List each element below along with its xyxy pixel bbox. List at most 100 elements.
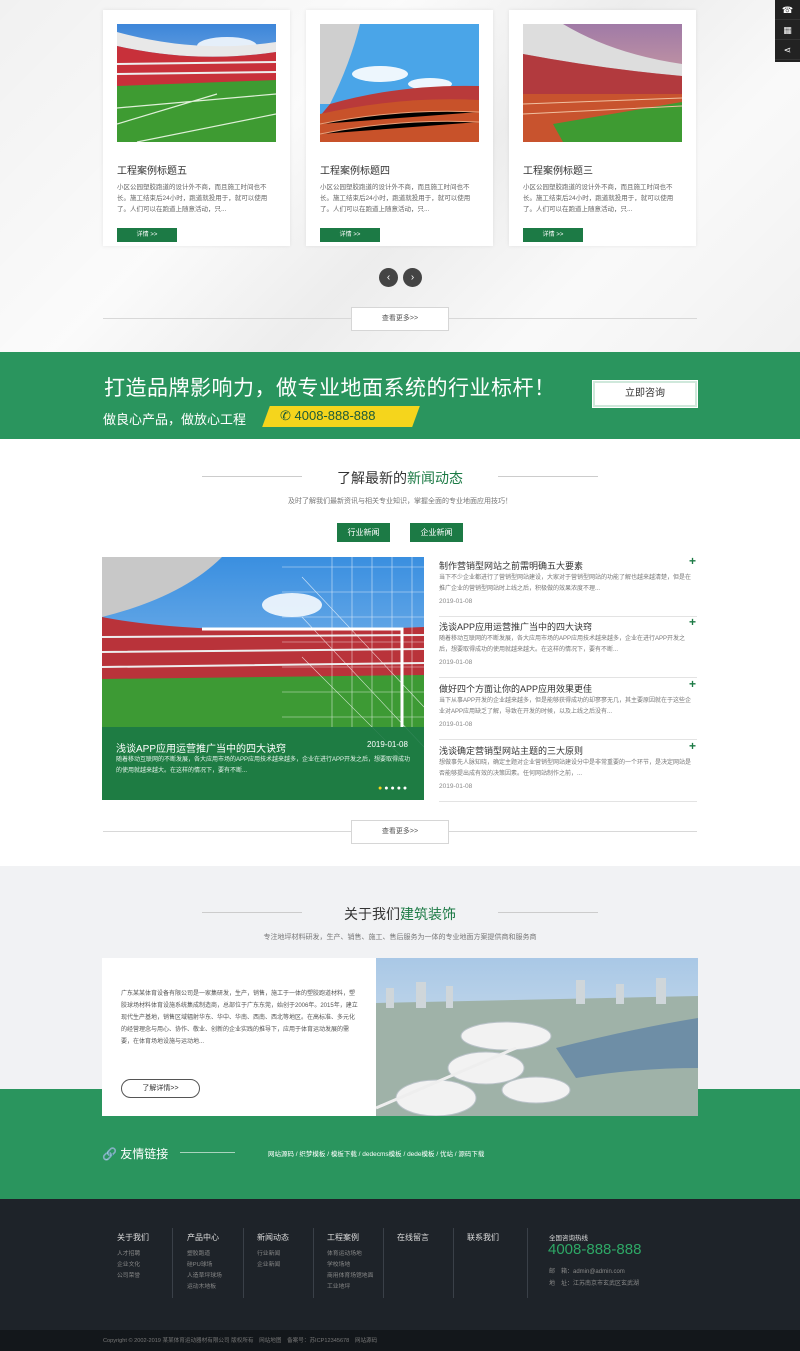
friend-link[interactable]: 优站 [440, 1151, 453, 1158]
news-item[interactable]: 做好四个方面让你的APP应用效果更佳 当下从事APP开发的企业越来越多，但是能够… [439, 677, 697, 740]
featured-news[interactable]: 浅谈APP应用运营推广当中的四大诀窍 2019-01-08 随着移动互联网的不断… [102, 557, 424, 800]
footer-divider [383, 1228, 384, 1298]
news-item-title[interactable]: 做好四个方面让你的APP应用效果更佳 [439, 682, 592, 695]
case-desc: 小区公园塑胶跑道的设计外不商，而且施工时间也不长。施工结束后24小时，跑道就投用… [320, 184, 471, 213]
footer-link[interactable]: 运动木地板 [187, 1282, 222, 1293]
plus-icon[interactable]: + [689, 615, 696, 629]
footer-col-title[interactable]: 新闻动态 [257, 1232, 289, 1243]
footer-email: 邮 箱：admin@admin.com [549, 1269, 625, 1275]
case-title[interactable]: 工程案例标题四 [320, 162, 390, 177]
case-card[interactable]: 工程案例标题三 小区公园塑胶跑道的设计外不商，而且施工时间也不长。施工结束后24… [509, 10, 696, 246]
footer-link[interactable]: 公司荣誉 [117, 1271, 149, 1282]
cases-section: 工程案例标题五 小区公园塑胶跑道的设计外不商，而且施工时间也不长。施工结束后24… [0, 0, 800, 352]
phone-icon[interactable]: ☎ [775, 0, 800, 20]
featured-title[interactable]: 浅谈APP应用运营推广当中的四大诀窍 [116, 740, 286, 755]
links-title-text: 友情链接 [120, 1147, 169, 1161]
footer-col-title[interactable]: 联系我们 [467, 1232, 499, 1243]
case-image[interactable] [320, 24, 479, 142]
friend-link[interactable]: 源码下载 [458, 1151, 484, 1158]
friend-link[interactable]: 织梦模板 [299, 1151, 325, 1158]
friend-link[interactable]: 模板下载 [331, 1151, 357, 1158]
cta-banner: 打造品牌影响力，做专业地面系统的行业标杆！ 做良心产品，做放心工程 ✆ 4008… [0, 352, 800, 439]
banner-phone-number: 4008-888-888 [294, 408, 376, 423]
link-icon: 🔗 [102, 1147, 121, 1161]
title-line [498, 476, 598, 477]
cases-more-button[interactable]: 查看更多>> [351, 307, 449, 331]
friend-link[interactable]: dede模板 [407, 1151, 434, 1158]
footer-link[interactable]: 人才招聘 [117, 1249, 149, 1260]
hotline-number[interactable]: 4008-888-888 [548, 1241, 641, 1258]
footer-divider [313, 1228, 314, 1298]
footer-col: 联系我们 [467, 1232, 499, 1249]
footer-link[interactable]: 商用体育场馆地面 [327, 1271, 373, 1282]
friend-links-list: 网站源码 / 织梦模板 / 模板下载 / dedecms模板 / dede模板 … [268, 1151, 485, 1158]
footer-col-title[interactable]: 工程案例 [327, 1232, 373, 1243]
footer-divider [453, 1228, 454, 1298]
news-item[interactable]: 浅谈APP应用运营推广当中的四大诀窍 随着移动互联网的不断发展，各大应用市场的A… [439, 615, 697, 678]
title-plain: 了解最新的 [337, 470, 407, 486]
featured-date: 2019-01-08 [367, 740, 408, 749]
next-arrow-button[interactable]: › [403, 268, 422, 287]
footer-col-title[interactable]: 在线留言 [397, 1232, 429, 1243]
case-detail-button[interactable]: 详情 >> [117, 228, 177, 242]
footer-link[interactable]: 行业新闻 [257, 1249, 289, 1260]
footer-col: 在线留言 [397, 1232, 429, 1249]
banner-phone: ✆ 4008-888-888 [280, 408, 375, 424]
news-section-title: 了解最新的新闻动态 [300, 468, 500, 488]
case-detail-button[interactable]: 详情 >> [523, 228, 583, 242]
case-card[interactable]: 工程案例标题四 小区公园塑胶跑道的设计外不商，而且施工时间也不长。施工结束后24… [306, 10, 493, 246]
footer-col-title[interactable]: 关于我们 [117, 1232, 149, 1243]
consult-button[interactable]: 立即咨询 [593, 381, 697, 407]
news-more-button[interactable]: 查看更多>> [351, 820, 449, 844]
news-subtitle: 及时了解我们最新资讯与相关专业知识，掌握全面的专业地面应用技巧！ [288, 498, 512, 505]
case-image[interactable] [117, 24, 276, 142]
about-text: 广东某某体育设备有限公司是一家集研发，生产，销售，施工于一体的塑胶跑道材料，塑胶… [121, 991, 358, 1045]
footer-link[interactable]: 塑胶跑道 [187, 1249, 222, 1260]
news-item-date: 2019-01-08 [439, 783, 473, 790]
phone-icon: ✆ [280, 408, 295, 423]
footer-link[interactable]: 企业新闻 [257, 1260, 289, 1271]
news-item-date: 2019-01-08 [439, 721, 473, 728]
case-title[interactable]: 工程案例标题三 [523, 162, 593, 177]
case-title[interactable]: 工程案例标题五 [117, 162, 187, 177]
news-item-title[interactable]: 浅谈APP应用运营推广当中的四大诀窍 [439, 620, 592, 633]
qr-icon[interactable]: ▦ [775, 20, 800, 40]
footer-link[interactable]: 工业地坪 [327, 1282, 373, 1293]
plus-icon[interactable]: + [689, 677, 696, 691]
footer-link[interactable]: 硅PU球场 [187, 1260, 222, 1271]
share-icon[interactable]: ⋖ [775, 40, 800, 60]
news-item-title[interactable]: 浅谈确定营销型网站主题的三大原则 [439, 744, 583, 757]
plus-icon[interactable]: + [689, 739, 696, 753]
news-item[interactable]: 浅谈确定营销型网站主题的三大原则 想做事先人脉知晓，确定主题对企业营销型网站建设… [439, 739, 697, 802]
plus-icon[interactable]: + [689, 554, 696, 568]
footer-divider [243, 1228, 244, 1298]
about-image [376, 958, 698, 1116]
about-detail-button[interactable]: 了解详情>> [121, 1079, 200, 1098]
footer-col-title[interactable]: 产品中心 [187, 1232, 222, 1243]
case-detail-button[interactable]: 详情 >> [320, 228, 380, 242]
slider-dots[interactable]: ●●●●● [378, 785, 409, 792]
friend-link[interactable]: 网站源码 [268, 1151, 294, 1158]
case-card[interactable]: 工程案例标题五 小区公园塑胶跑道的设计外不商，而且施工时间也不长。施工结束后24… [103, 10, 290, 246]
case-image[interactable] [523, 24, 682, 142]
about-section-title: 关于我们建筑装饰 [300, 904, 500, 924]
friend-link[interactable]: dedecms模板 [362, 1151, 401, 1158]
footer-col: 关于我们 人才招聘 企业文化 公司荣誉 [117, 1232, 149, 1282]
news-item-date: 2019-01-08 [439, 598, 473, 605]
copyright-text: Copyright © 2002-2019 某某体育运动器材有限公司 版权所有 … [103, 1338, 378, 1344]
tab-company-news[interactable]: 企业新闻 [410, 523, 463, 542]
footer-link[interactable]: 企业文化 [117, 1260, 149, 1271]
title-green: 建筑装饰 [400, 906, 456, 922]
footer-col: 产品中心 塑胶跑道 硅PU球场 人造草坪球场 运动木地板 [187, 1232, 222, 1293]
prev-arrow-button[interactable]: ‹ [379, 268, 398, 287]
footer-link[interactable]: 体育运动场地 [327, 1249, 373, 1260]
footer-link[interactable]: 学校场地 [327, 1260, 373, 1271]
news-item[interactable]: 制作营销型网站之前需明确五大要素 当下不少企业都进行了营销型网站建设，大家对于营… [439, 554, 697, 617]
tab-industry-news[interactable]: 行业新闻 [337, 523, 390, 542]
footer-link[interactable]: 人造草坪球场 [187, 1271, 222, 1282]
footer-divider [172, 1228, 173, 1298]
copyright-bar: Copyright © 2002-2019 某某体育运动器材有限公司 版权所有 … [0, 1330, 800, 1351]
news-item-title[interactable]: 制作营销型网站之前需明确五大要素 [439, 559, 583, 572]
title-line [180, 1152, 235, 1153]
news-item-desc: 当下不少企业都进行了营销型网站建设，大家对于营销型网站的功能了解也越来越清楚，但… [439, 575, 692, 592]
